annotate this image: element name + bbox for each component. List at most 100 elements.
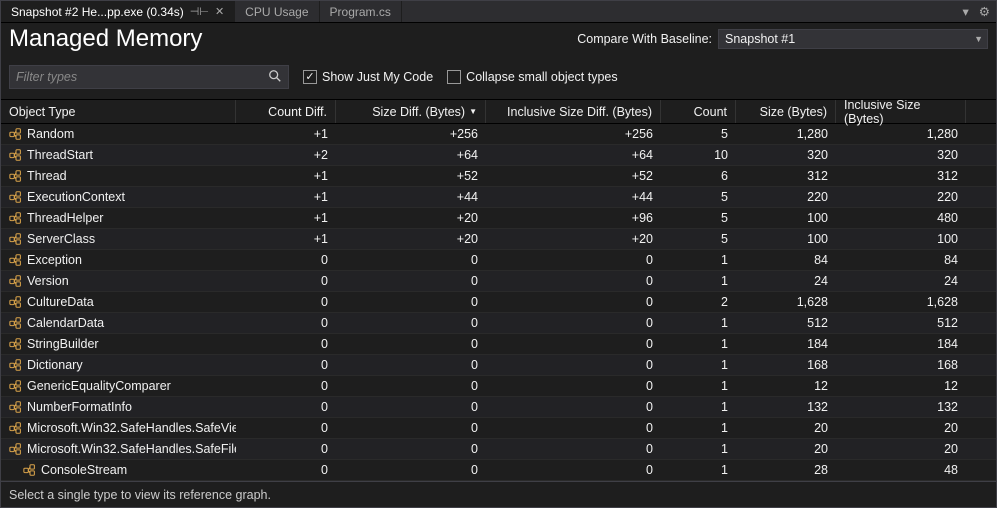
baseline-select[interactable]: Snapshot #1 ▼ — [718, 29, 988, 49]
cell-size_diff: 0 — [336, 421, 486, 435]
table-row[interactable]: Version00012424 — [1, 271, 996, 292]
filter-input[interactable] — [10, 66, 288, 88]
chevron-down-icon: ▼ — [974, 34, 983, 44]
cell-isize: 512 — [836, 316, 966, 330]
cell-count: 1 — [661, 463, 736, 477]
checkbox-label: Show Just My Code — [322, 70, 433, 84]
class-icon — [9, 337, 23, 351]
class-icon — [9, 421, 23, 435]
column-header-isize[interactable]: Inclusive Size (Bytes) — [836, 100, 966, 123]
type-name: ThreadHelper — [27, 211, 103, 225]
table-row[interactable]: CalendarData0001512512 — [1, 313, 996, 334]
filter-box[interactable] — [9, 65, 289, 89]
table-row[interactable]: Exception00018484 — [1, 250, 996, 271]
cell-size_diff: +256 — [336, 127, 486, 141]
type-name: ThreadStart — [27, 148, 93, 162]
cell-type: Version — [1, 274, 236, 288]
table-row[interactable]: NumberFormatInfo0001132132 — [1, 397, 996, 418]
toolbar: ✓ Show Just My Code Collapse small objec… — [1, 59, 996, 100]
table-row[interactable]: ServerClass+1+20+205100100 — [1, 229, 996, 250]
type-name: NumberFormatInfo — [27, 400, 132, 414]
cell-size: 320 — [736, 148, 836, 162]
column-header-count_diff[interactable]: Count Diff. — [236, 100, 336, 123]
tab[interactable]: CPU Usage — [235, 1, 319, 22]
cell-count_diff: +1 — [236, 232, 336, 246]
table-row[interactable]: Dictionary0001168168 — [1, 355, 996, 376]
column-header-isize_diff[interactable]: Inclusive Size Diff. (Bytes) — [486, 100, 661, 123]
tab-label: Program.cs — [330, 5, 391, 19]
class-icon — [9, 211, 23, 225]
cell-isize: 480 — [836, 211, 966, 225]
class-icon — [9, 169, 23, 183]
cell-size_diff: 0 — [336, 358, 486, 372]
compare-area: Compare With Baseline: Snapshot #1 ▼ — [577, 29, 988, 49]
search-icon[interactable] — [268, 69, 282, 86]
gear-icon[interactable]: ⚙ — [979, 4, 990, 19]
cell-count_diff: +1 — [236, 169, 336, 183]
column-header-size_diff[interactable]: Size Diff. (Bytes)▼ — [336, 100, 486, 123]
cell-isize_diff: +52 — [486, 169, 661, 183]
cell-isize_diff: 0 — [486, 421, 661, 435]
cell-type: ExecutionContext — [1, 190, 236, 204]
cell-isize_diff: 0 — [486, 316, 661, 330]
cell-type: ConsoleStream — [1, 463, 236, 477]
cell-count: 1 — [661, 337, 736, 351]
class-icon — [9, 295, 23, 309]
tab[interactable]: Snapshot #2 He...pp.exe (0.34s)⊣⊢✕ — [1, 1, 235, 22]
table-row[interactable]: ExecutionContext+1+44+445220220 — [1, 187, 996, 208]
cell-count: 5 — [661, 211, 736, 225]
cell-count: 1 — [661, 379, 736, 393]
table-row[interactable]: StringBuilder0001184184 — [1, 334, 996, 355]
type-name: Random — [27, 127, 74, 141]
cell-isize: 1,628 — [836, 295, 966, 309]
collapse-small-checkbox[interactable]: Collapse small object types — [447, 70, 617, 84]
class-icon — [23, 463, 37, 477]
cell-type: NumberFormatInfo — [1, 400, 236, 414]
pin-icon[interactable]: ⊣⊢ — [190, 5, 209, 18]
table-row[interactable]: ThreadStart+2+64+6410320320 — [1, 145, 996, 166]
table-row[interactable]: Microsoft.Win32.SafeHandles.SafeVie…0001… — [1, 418, 996, 439]
type-name: CalendarData — [27, 316, 104, 330]
table-row[interactable]: CultureData00021,6281,628 — [1, 292, 996, 313]
cell-type: GenericEqualityComparer — [1, 379, 236, 393]
cell-count_diff: 0 — [236, 337, 336, 351]
cell-type: Thread — [1, 169, 236, 183]
cell-isize: 48 — [836, 463, 966, 477]
close-icon[interactable]: ✕ — [215, 5, 224, 18]
table-row[interactable]: ConsoleStream00012848 — [1, 460, 996, 481]
type-name: StringBuilder — [27, 337, 99, 351]
cell-isize: 100 — [836, 232, 966, 246]
table-body[interactable]: Random+1+256+25651,2801,280ThreadStart+2… — [1, 124, 996, 481]
class-icon — [9, 127, 23, 141]
table-row[interactable]: GenericEqualityComparer00011212 — [1, 376, 996, 397]
column-header-count[interactable]: Count — [661, 100, 736, 123]
show-my-code-checkbox[interactable]: ✓ Show Just My Code — [303, 70, 433, 84]
cell-size: 1,280 — [736, 127, 836, 141]
title-row: Managed Memory Compare With Baseline: Sn… — [1, 23, 996, 59]
table-row[interactable]: Random+1+256+25651,2801,280 — [1, 124, 996, 145]
column-header-size[interactable]: Size (Bytes) — [736, 100, 836, 123]
cell-isize_diff: +44 — [486, 190, 661, 204]
column-header-type[interactable]: Object Type — [1, 100, 236, 123]
cell-size_diff: 0 — [336, 316, 486, 330]
cell-size: 28 — [736, 463, 836, 477]
chevron-down-icon[interactable]: ▾ — [963, 4, 969, 19]
cell-size_diff: 0 — [336, 253, 486, 267]
cell-isize: 20 — [836, 421, 966, 435]
page-title: Managed Memory — [9, 25, 202, 53]
cell-size_diff: 0 — [336, 400, 486, 414]
cell-count_diff: 0 — [236, 442, 336, 456]
cell-count_diff: 0 — [236, 463, 336, 477]
cell-size_diff: +52 — [336, 169, 486, 183]
cell-size: 312 — [736, 169, 836, 183]
column-label: Size Diff. (Bytes) — [372, 105, 465, 119]
cell-count: 1 — [661, 400, 736, 414]
cell-count_diff: 0 — [236, 421, 336, 435]
cell-type: Random — [1, 127, 236, 141]
table-row[interactable]: Microsoft.Win32.SafeHandles.SafeFile…000… — [1, 439, 996, 460]
tab[interactable]: Program.cs — [320, 1, 402, 22]
cell-size_diff: 0 — [336, 295, 486, 309]
table-row[interactable]: ThreadHelper+1+20+965100480 — [1, 208, 996, 229]
checkbox-label: Collapse small object types — [466, 70, 617, 84]
table-row[interactable]: Thread+1+52+526312312 — [1, 166, 996, 187]
